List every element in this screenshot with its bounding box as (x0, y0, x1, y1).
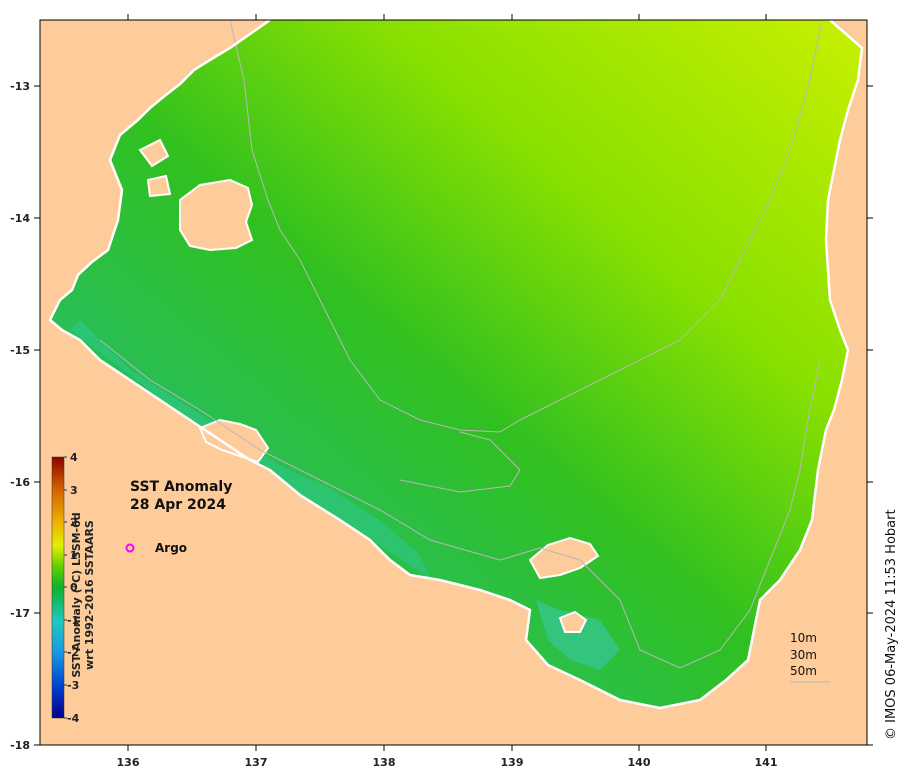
colorbar (51, 456, 65, 719)
lat-tick-minus14: -14 (10, 212, 30, 225)
cbar-tick-3: 3 (70, 484, 78, 497)
depth-label-30m: 30m (790, 647, 817, 662)
lon-tick-137: 137 (245, 756, 268, 769)
depth-label-10m: 10m (790, 631, 817, 645)
lat-tick-minus15: -15 (10, 344, 30, 357)
lat-tick-minus13: -13 (10, 80, 30, 93)
lon-tick-138: 138 (373, 756, 396, 769)
map-figure: 136 137 138 139 140 141 -13 -14 -15 -16 … (10, 14, 873, 769)
cbar-tick-4: 4 (70, 451, 78, 464)
colorbar-title: SST Anomaly (°C) L3SM-6d wrt 1992-2016 S… (70, 500, 96, 690)
lat-tick-minus18: -18 (10, 739, 30, 752)
depth-label-50m: 50m (790, 664, 817, 678)
colorbar-title-line2: wrt 1992-2016 SSTAARS (83, 520, 96, 670)
credit-text: © IMOS 06-May-2024 11:53 Hobart (884, 509, 899, 740)
cbar-tick-minus4: -4 (67, 712, 80, 725)
map-title: SST Anomaly (130, 479, 233, 495)
lat-tick-minus17: -17 (10, 607, 30, 620)
map-date: 28 Apr 2024 (130, 497, 226, 513)
map-title-block: SST Anomaly 28 Apr 2024 (130, 478, 232, 514)
lon-tick-136: 136 (117, 756, 140, 769)
lon-tick-139: 139 (501, 756, 524, 769)
depth-legend: 10m 30m 50m (790, 630, 817, 680)
lat-tick-minus16: -16 (10, 476, 30, 489)
colorbar-title-line1: SST Anomaly (°C) L3SM-6d (70, 512, 83, 678)
lon-tick-141: 141 (755, 756, 778, 769)
argo-legend-label: Argo (155, 541, 188, 555)
lon-tick-140: 140 (628, 756, 651, 769)
